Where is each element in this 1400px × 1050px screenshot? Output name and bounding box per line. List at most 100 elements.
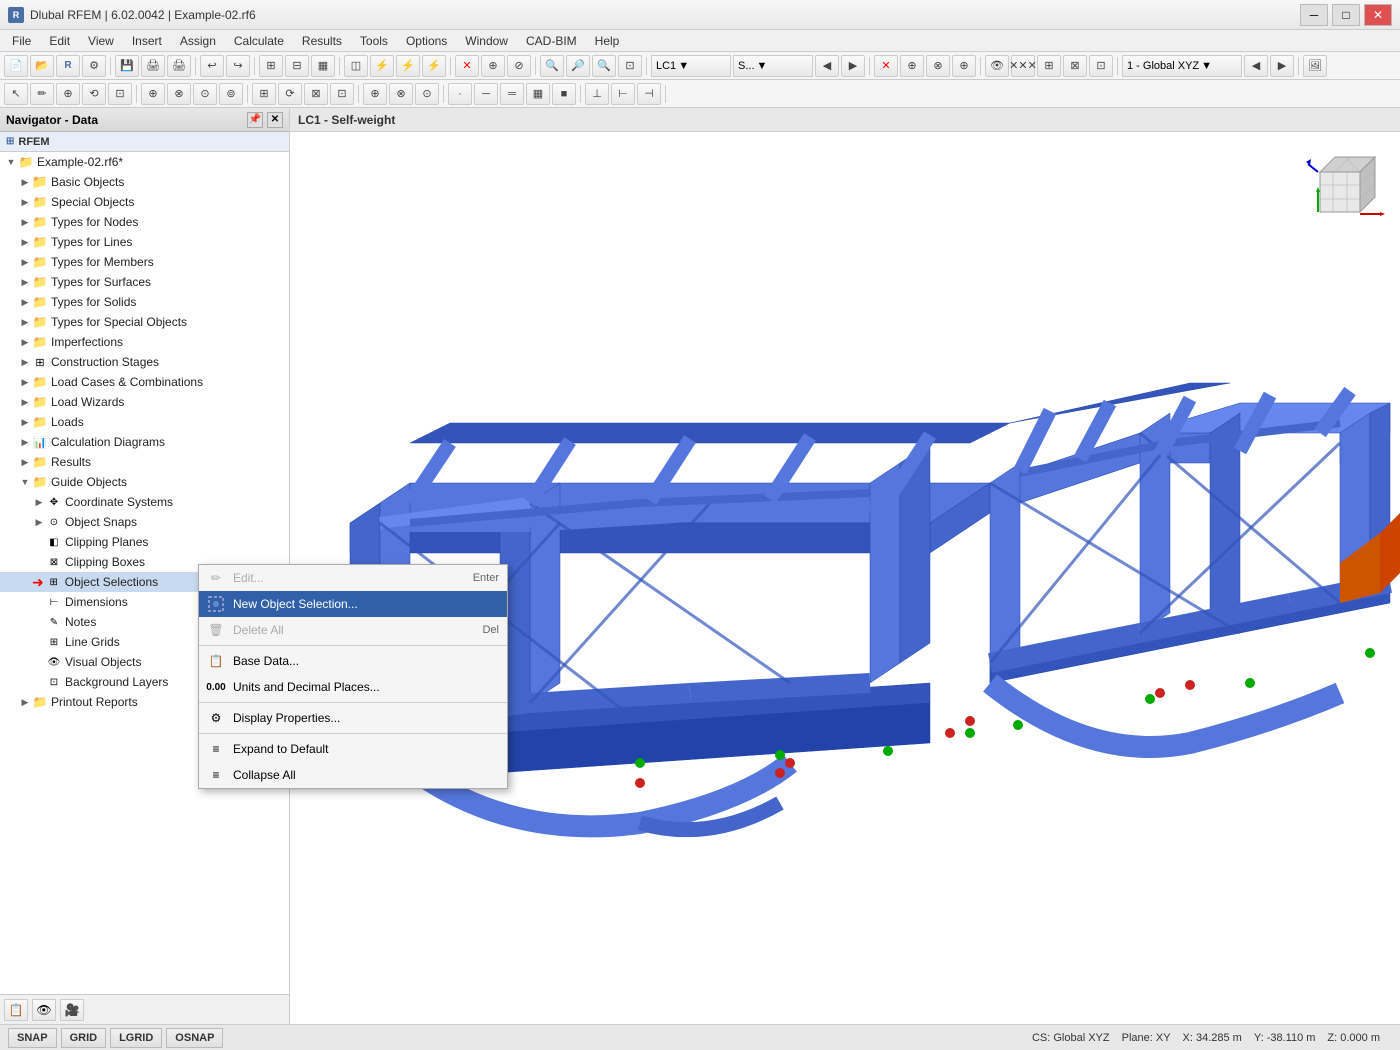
tree-imperfections[interactable]: ▶ 📁 Imperfections xyxy=(0,332,289,352)
menu-file[interactable]: File xyxy=(4,32,39,50)
menu-window[interactable]: Window xyxy=(457,32,516,50)
toolbar-save[interactable]: 💾 xyxy=(115,55,139,77)
ctx-base-data[interactable]: 📋 Base Data... xyxy=(199,648,507,674)
toolbar-print[interactable]: 🖨 xyxy=(141,55,165,77)
tree-loads[interactable]: ▶ 📁 Loads xyxy=(0,412,289,432)
t2-snap3[interactable]: ⊙ xyxy=(415,83,439,105)
t2-rotate[interactable]: ⟳ xyxy=(278,83,302,105)
t2-node[interactable]: · xyxy=(448,83,472,105)
minimize-button[interactable]: ─ xyxy=(1300,4,1328,26)
tree-types-solids[interactable]: ▶ 📁 Types for Solids xyxy=(0,292,289,312)
toolbar-xyz-next[interactable]: ▶ xyxy=(1270,55,1294,77)
toolbar-undo[interactable]: ↩ xyxy=(200,55,224,77)
menu-view[interactable]: View xyxy=(80,32,122,50)
t2-line[interactable]: ─ xyxy=(474,83,498,105)
toolbar-c1[interactable]: ⊕ xyxy=(900,55,924,77)
tree-root[interactable]: ▼ 📁 Example-02.rf6* xyxy=(0,152,289,172)
toolbar-zoom4[interactable]: ⊡ xyxy=(618,55,642,77)
t2-dim3[interactable]: ⊣ xyxy=(637,83,661,105)
t2-member[interactable]: ═ xyxy=(500,83,524,105)
menu-calculate[interactable]: Calculate xyxy=(226,32,292,50)
menu-insert[interactable]: Insert xyxy=(124,32,170,50)
t2-b6[interactable]: ⊕ xyxy=(141,83,165,105)
toolbar-prev[interactable]: ◀ xyxy=(815,55,839,77)
t2-b7[interactable]: ⊗ xyxy=(167,83,191,105)
t2-b8[interactable]: ⊙ xyxy=(193,83,217,105)
t2-snap[interactable]: ⊕ xyxy=(363,83,387,105)
nav-close-button[interactable]: ✕ xyxy=(267,112,283,128)
status-osnap[interactable]: OSNAP xyxy=(166,1028,223,1048)
t2-b1[interactable]: ↖ xyxy=(4,83,28,105)
toolbar-b10[interactable]: ⊘ xyxy=(507,55,531,77)
maximize-button[interactable]: □ xyxy=(1332,4,1360,26)
toolbar-s[interactable]: S... ▼ xyxy=(733,55,813,77)
toolbar-view1[interactable]: 👁 xyxy=(985,55,1009,77)
tree-results[interactable]: ▶ 📁 Results xyxy=(0,452,289,472)
t2-b3[interactable]: ⊕ xyxy=(56,83,80,105)
toolbar-c3[interactable]: ⊕ xyxy=(952,55,976,77)
toolbar-zoom2[interactable]: 🔎 xyxy=(566,55,590,77)
nav-display-button[interactable]: 👁 xyxy=(32,999,56,1021)
menu-cadbim[interactable]: CAD-BIM xyxy=(518,32,585,50)
toolbar-b2[interactable]: ⊟ xyxy=(285,55,309,77)
toolbar-del[interactable]: ✕ xyxy=(874,55,898,77)
toolbar-view5[interactable]: ⊡ xyxy=(1089,55,1113,77)
nav-view-button[interactable]: 🎥 xyxy=(60,999,84,1021)
toolbar-c2[interactable]: ⊗ xyxy=(926,55,950,77)
toolbar-b1[interactable]: ⊞ xyxy=(259,55,283,77)
t2-dim[interactable]: ⊥ xyxy=(585,83,609,105)
toolbar-b5[interactable]: ⚡ xyxy=(370,55,394,77)
menu-edit[interactable]: Edit xyxy=(41,32,78,50)
tree-types-members[interactable]: ▶ 📁 Types for Members xyxy=(0,252,289,272)
status-grid[interactable]: GRID xyxy=(61,1028,107,1048)
toolbar-view2[interactable]: ✕✕✕ xyxy=(1011,55,1035,77)
toolbar-next[interactable]: ▶ xyxy=(841,55,865,77)
tree-calc-diagrams[interactable]: ▶ 📊 Calculation Diagrams xyxy=(0,432,289,452)
toolbar-rfem[interactable]: R xyxy=(56,55,80,77)
toolbar-b3[interactable]: ▦ xyxy=(311,55,335,77)
status-lgrid[interactable]: LGRID xyxy=(110,1028,162,1048)
t2-scale[interactable]: ⊠ xyxy=(304,83,328,105)
tree-types-lines[interactable]: ▶ 📁 Types for Lines xyxy=(0,232,289,252)
tree-construction-stages[interactable]: ▶ ⊞ Construction Stages xyxy=(0,352,289,372)
t2-dim2[interactable]: ⊢ xyxy=(611,83,635,105)
tree-types-special[interactable]: ▶ 📁 Types for Special Objects xyxy=(0,312,289,332)
t2-b5[interactable]: ⊡ xyxy=(108,83,132,105)
menu-tools[interactable]: Tools xyxy=(352,32,396,50)
toolbar-b4[interactable]: ◫ xyxy=(344,55,368,77)
tree-special-objects[interactable]: ▶ 📁 Special Objects xyxy=(0,192,289,212)
close-button[interactable]: ✕ xyxy=(1364,4,1392,26)
toolbar-new[interactable]: 📄 xyxy=(4,55,28,77)
toolbar-b6[interactable]: ⚡ xyxy=(396,55,420,77)
tree-basic-objects[interactable]: ▶ 📁 Basic Objects xyxy=(0,172,289,192)
status-snap[interactable]: SNAP xyxy=(8,1028,57,1048)
toolbar-lc[interactable]: LC1 ▼ xyxy=(651,55,731,77)
menu-help[interactable]: Help xyxy=(587,32,628,50)
toolbar-b9[interactable]: ⊕ xyxy=(481,55,505,77)
ctx-edit[interactable]: ✏ Edit... Enter xyxy=(199,565,507,591)
ctx-expand[interactable]: ≡ Expand to Default xyxy=(199,736,507,762)
toolbar-open[interactable]: 📂 xyxy=(30,55,54,77)
toolbar-xyz[interactable]: 1 - Global XYZ ▼ xyxy=(1122,55,1242,77)
tree-clipping-planes[interactable]: ◧ Clipping Planes xyxy=(0,532,289,552)
toolbar-b7[interactable]: ⚡ xyxy=(422,55,446,77)
toolbar-render[interactable]: 🖼 xyxy=(1303,55,1327,77)
t2-b2[interactable]: ✏ xyxy=(30,83,54,105)
ctx-display-props[interactable]: ⚙ Display Properties... xyxy=(199,705,507,731)
menu-options[interactable]: Options xyxy=(398,32,455,50)
toolbar-xyz-prev[interactable]: ◀ xyxy=(1244,55,1268,77)
ctx-units[interactable]: 0.00 Units and Decimal Places... xyxy=(199,674,507,700)
ctx-delete-all[interactable]: 🗑 Delete All Del xyxy=(199,617,507,643)
tree-types-surfaces[interactable]: ▶ 📁 Types for Surfaces xyxy=(0,272,289,292)
menu-assign[interactable]: Assign xyxy=(172,32,224,50)
t2-b9[interactable]: ⊚ xyxy=(219,83,243,105)
nav-pin-button[interactable]: 📌 xyxy=(247,112,263,128)
menu-results[interactable]: Results xyxy=(294,32,350,50)
toolbar-zoom[interactable]: 🔍 xyxy=(540,55,564,77)
t2-solid[interactable]: ■ xyxy=(552,83,576,105)
ctx-collapse[interactable]: ≡ Collapse All xyxy=(199,762,507,788)
t2-surface[interactable]: ▦ xyxy=(526,83,550,105)
toolbar-print2[interactable]: 🖨 xyxy=(167,55,191,77)
t2-mirror[interactable]: ⊡ xyxy=(330,83,354,105)
tree-load-cases[interactable]: ▶ 📁 Load Cases & Combinations xyxy=(0,372,289,392)
